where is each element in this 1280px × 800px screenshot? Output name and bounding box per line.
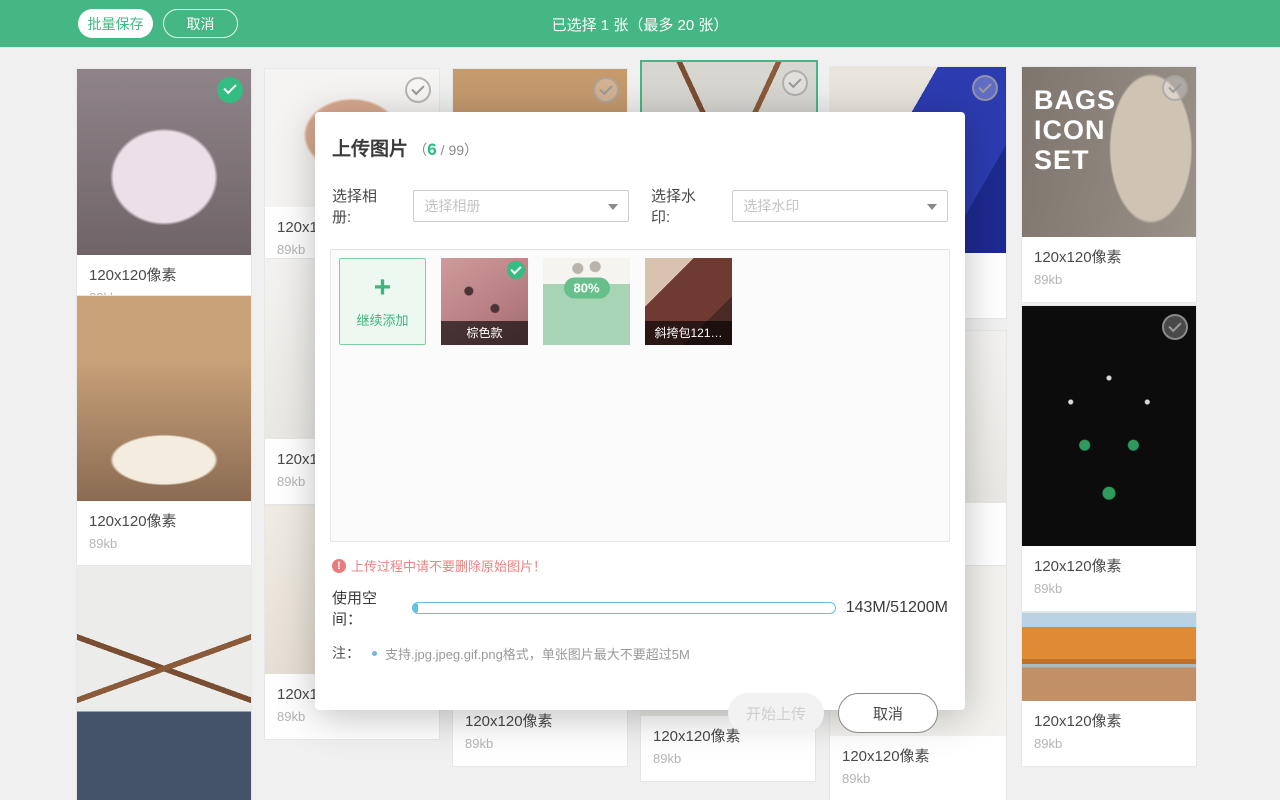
dialog-cancel-button[interactable]: 取消 — [838, 693, 938, 733]
header-bar: 批量保存 取消 已选择 1 张（最多 20 张） — [0, 0, 1280, 47]
storage-value: 143M/51200M — [846, 599, 948, 617]
image-weight-label: 89kb — [842, 770, 994, 788]
upload-warning: 上传过程中请不要删除原始图片！ — [332, 556, 948, 575]
note-row: 注： 支持.jpg.jpeg.gif.png格式，单张图片最大不要超过5M — [332, 643, 948, 663]
unselected-check-icon[interactable] — [1162, 314, 1188, 340]
product-image — [77, 296, 251, 501]
product-image — [1022, 306, 1196, 546]
watermark-placeholder: 选择水印 — [743, 196, 799, 216]
bullet-dot-icon — [372, 651, 377, 656]
image-size-label: 120x120像素 — [1034, 248, 1184, 268]
dialog-title: 上传图片 — [332, 139, 408, 160]
upload-progress-badge: 80% — [563, 277, 609, 298]
upload-thumb-uploading[interactable]: 80% — [543, 258, 630, 345]
storage-row: 使用空间： 143M/51200M — [332, 587, 948, 629]
product-image — [77, 566, 251, 800]
upload-thumb[interactable]: 斜挎包121… — [645, 258, 732, 345]
warning-text: 上传过程中请不要删除原始图片！ — [351, 556, 546, 575]
watermark-select[interactable]: 选择水印 — [732, 190, 948, 222]
chevron-down-icon — [608, 204, 618, 210]
product-image — [77, 69, 251, 255]
image-size-label: 120x120像素 — [1034, 712, 1184, 732]
image-weight-label: 89kb — [465, 735, 615, 753]
unselected-check-icon[interactable] — [972, 75, 998, 101]
image-size-label: 120x120像素 — [1034, 557, 1184, 577]
product-image — [1022, 613, 1196, 701]
selected-check-icon[interactable] — [217, 77, 243, 103]
product-image: BAGS ICON SET — [1022, 67, 1196, 237]
dialog-actions: 开始上传 取消 — [342, 693, 938, 733]
storage-progress-bar — [412, 602, 836, 614]
upload-thumb-name: 斜挎包121… — [645, 321, 732, 345]
start-upload-button[interactable]: 开始上传 — [728, 693, 824, 733]
upload-counter: （6 / 99） — [413, 142, 478, 158]
album-select[interactable]: 选择相册 — [413, 190, 629, 222]
image-weight-label: 89kb — [653, 750, 803, 768]
storage-progress-fill — [413, 603, 418, 613]
dialog-title-row: 上传图片 （6 / 99） — [332, 134, 948, 161]
gallery-card[interactable]: BAGS ICON SET 120x120像素 89kb — [1021, 66, 1197, 303]
image-size-label: 120x120像素 — [89, 512, 239, 532]
uploaded-check-icon — [507, 261, 525, 279]
unselected-check-icon[interactable] — [593, 77, 619, 103]
warning-icon — [332, 559, 346, 573]
note-text: 支持.jpg.jpeg.gif.png格式，单张图片最大不要超过5M — [385, 644, 690, 663]
image-weight-label: 89kb — [89, 535, 239, 553]
image-weight-label: 89kb — [1034, 580, 1184, 598]
counter-current: 6 — [427, 140, 436, 159]
gallery-card[interactable]: 120x120像素 89kb — [76, 68, 252, 321]
upload-thumb-name: 棕色款 — [441, 321, 528, 345]
image-weight-label: 89kb — [1034, 271, 1184, 289]
gallery-card[interactable]: 120x120像素 89kb — [1021, 612, 1197, 767]
unselected-check-icon[interactable] — [405, 77, 431, 103]
album-label: 选择相册: — [332, 185, 391, 227]
gallery-card[interactable] — [76, 565, 252, 800]
note-label: 注： — [332, 643, 360, 663]
counter-total: 99 — [448, 142, 464, 158]
image-size-label: 120x120像素 — [842, 747, 994, 767]
select-row: 选择相册: 选择相册 选择水印: 选择水印 — [332, 185, 948, 227]
upload-queue-area: + 继续添加 棕色款 80% 斜挎包121… — [330, 249, 950, 542]
unselected-check-icon[interactable] — [1162, 75, 1188, 101]
unselected-check-icon[interactable] — [782, 70, 808, 96]
gallery-card[interactable]: 120x120像素 89kb — [76, 295, 252, 567]
image-weight-label: 89kb — [1034, 735, 1184, 753]
plus-icon: + — [374, 274, 392, 302]
upload-thumb[interactable]: 棕色款 — [441, 258, 528, 345]
chevron-down-icon — [927, 204, 937, 210]
add-more-label: 继续添加 — [356, 310, 408, 329]
storage-label: 使用空间： — [332, 587, 406, 629]
add-more-button[interactable]: + 继续添加 — [339, 258, 426, 345]
watermark-label: 选择水印: — [651, 185, 710, 227]
image-size-label: 120x120像素 — [89, 266, 239, 286]
album-placeholder: 选择相册 — [424, 196, 480, 216]
upload-dialog: 上传图片 （6 / 99） 选择相册: 选择相册 选择水印: 选择水印 + 继续… — [315, 112, 965, 710]
bags-icon-set-caption: BAGS ICON SET — [1034, 85, 1116, 176]
gallery-card[interactable]: 120x120像素 89kb — [1021, 305, 1197, 612]
selection-status: 已选择 1 张（最多 20 张） — [0, 14, 1280, 35]
